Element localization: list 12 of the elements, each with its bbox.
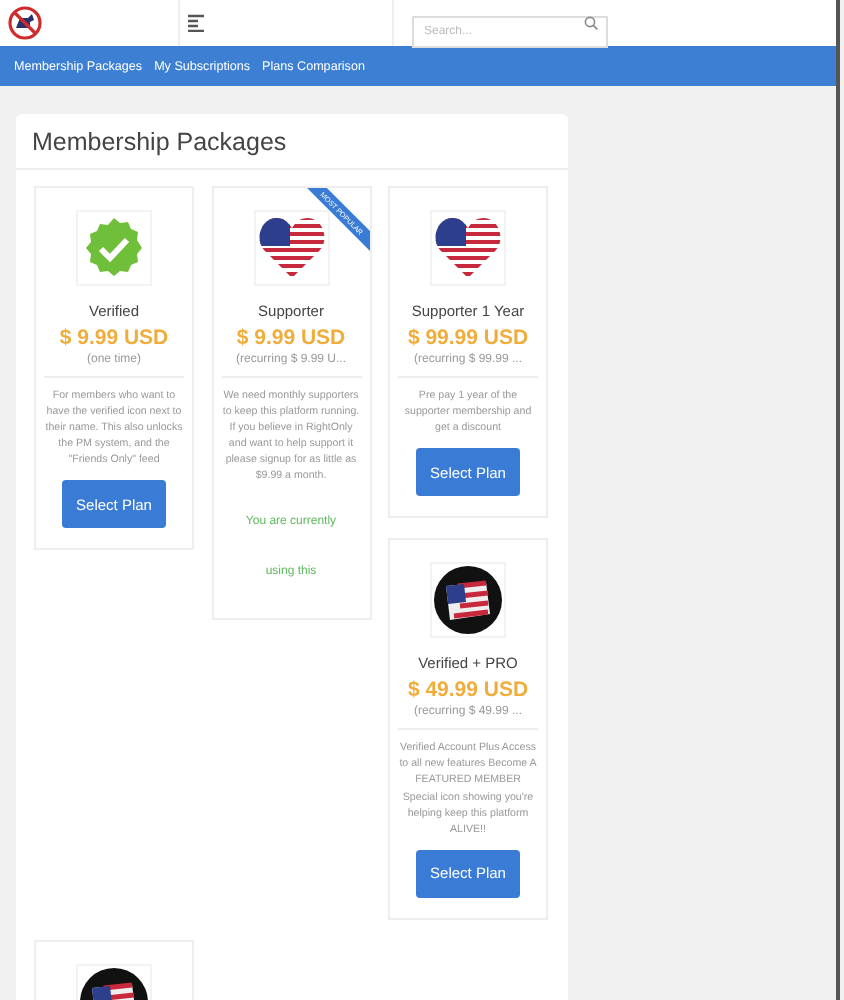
search-icon[interactable] (584, 16, 598, 30)
flag-emblem-icon (434, 566, 502, 635)
flag-heart-icon (434, 216, 502, 280)
flag-heart-icon (257, 216, 325, 280)
logo-icon[interactable] (8, 6, 42, 40)
page-title: Membership Packages (16, 114, 568, 170)
plan-price: $ 49.99 USD (407, 678, 529, 703)
checkmark-badge-icon (82, 216, 146, 280)
plan-price: $ 99.99 USD (407, 326, 529, 350)
plan-price: $ 9.99 USD (236, 326, 346, 350)
plan-price: $ 9.99 USD (59, 326, 169, 350)
menu-icon[interactable] (188, 14, 204, 32)
